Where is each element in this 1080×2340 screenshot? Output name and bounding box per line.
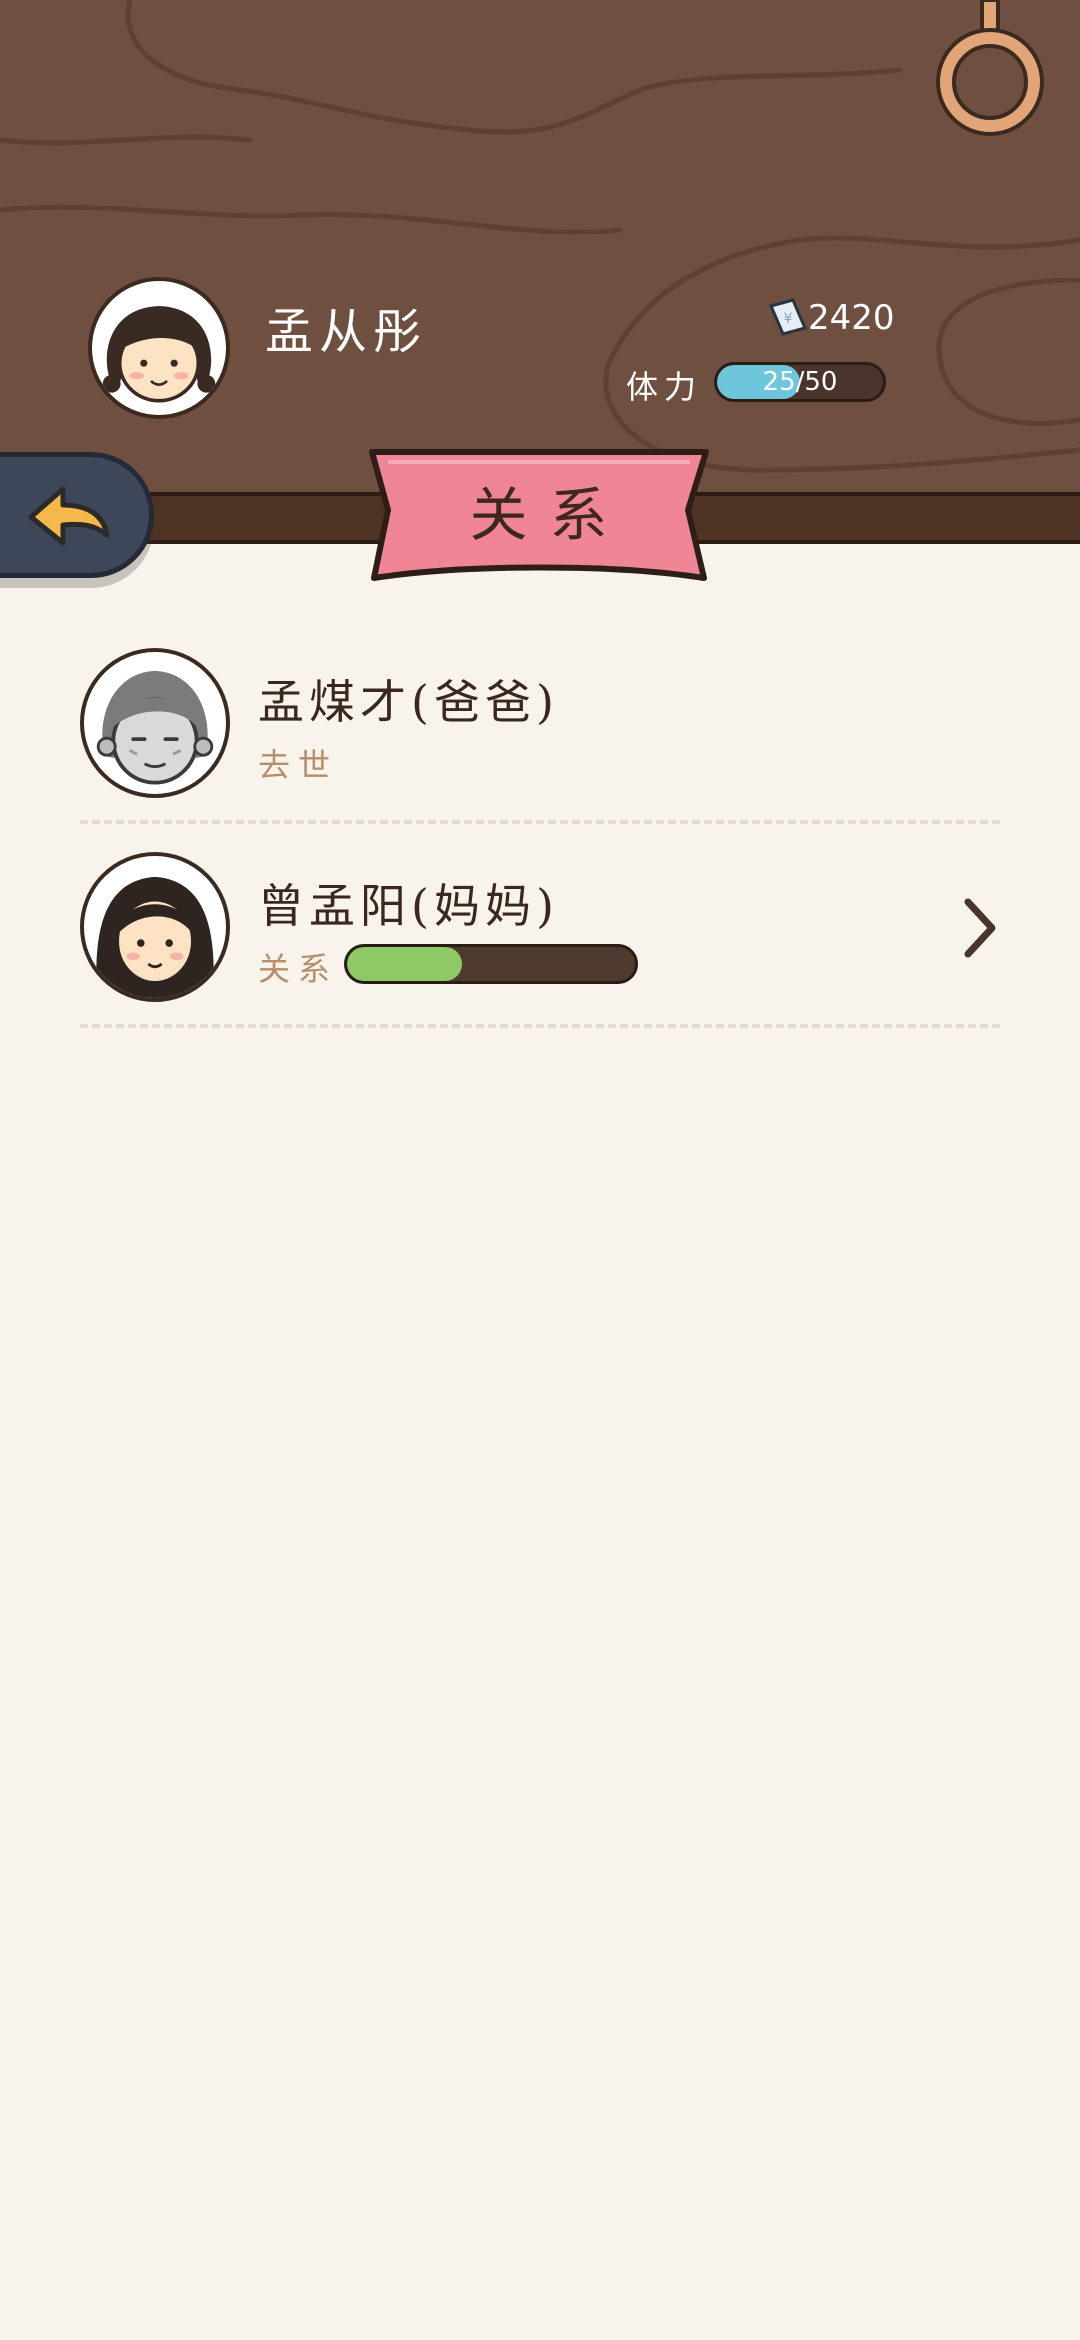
back-button[interactable] bbox=[0, 452, 154, 578]
stamina-bar: 25/50 bbox=[714, 362, 886, 402]
row-divider bbox=[80, 1024, 1000, 1028]
wood-texture bbox=[0, 0, 1080, 473]
relation-label: 关系 bbox=[258, 950, 339, 988]
relation-status: 去世 bbox=[258, 746, 339, 784]
money-value: 2420 bbox=[808, 298, 895, 338]
row-divider bbox=[80, 820, 1000, 824]
hanging-ring-icon[interactable] bbox=[930, 0, 1050, 150]
relation-bar bbox=[344, 944, 638, 984]
player-name: 孟从彤 bbox=[265, 304, 428, 360]
back-arrow-icon bbox=[28, 486, 110, 546]
page-title: 关系 bbox=[469, 481, 630, 549]
header-panel: 孟从彤 ¥ 2420 体力 25/50 bbox=[0, 0, 1080, 500]
mother-avatar bbox=[80, 852, 230, 1002]
stamina-label: 体力 bbox=[626, 368, 703, 406]
father-avatar bbox=[80, 648, 230, 798]
chevron-right-icon[interactable] bbox=[960, 896, 1000, 960]
banknote-icon: ¥ bbox=[768, 298, 808, 336]
relation-name: 曾孟阳(妈妈) bbox=[258, 879, 559, 933]
stamina-text: 25/50 bbox=[762, 367, 838, 397]
svg-text:¥: ¥ bbox=[784, 311, 793, 327]
relation-fill bbox=[347, 947, 463, 981]
relation-name: 孟煤才(爸爸) bbox=[258, 675, 559, 729]
relation-row-father[interactable]: 孟煤才(爸爸) 去世 bbox=[0, 648, 1080, 848]
player-avatar[interactable] bbox=[88, 277, 230, 419]
relation-row-mother[interactable]: 曾孟阳(妈妈) 关系 bbox=[0, 852, 1080, 1052]
